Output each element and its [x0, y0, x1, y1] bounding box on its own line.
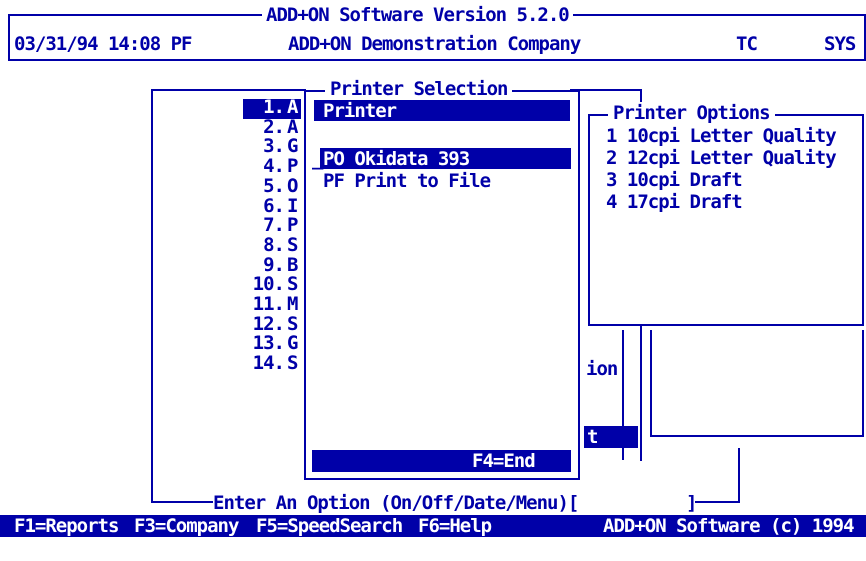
printer-list-header: Printer [323, 100, 397, 122]
menu-item-letter[interactable]: M [287, 294, 298, 315]
main-menu-bottom-border-left [151, 501, 213, 503]
option-prompt-end: ] [686, 492, 697, 514]
f4-end-label[interactable]: F4=End [472, 450, 536, 472]
printer-option-item[interactable]: 3 10cpi Draft [606, 169, 743, 191]
main-menu-right-border [738, 448, 740, 503]
menu-item-number[interactable]: 5. [234, 176, 285, 197]
menu-fragment-option: ion [586, 358, 618, 380]
user-code: TC [736, 33, 758, 55]
system-code: SYS [824, 33, 856, 55]
menu-item-letter[interactable]: O [287, 176, 298, 197]
printer-options-title: Printer Options [608, 102, 775, 124]
printer-option-item[interactable]: 2 12cpi Letter Quality [606, 147, 837, 169]
printer-option-item[interactable]: 4 17cpi Draft [606, 191, 743, 213]
menu-item-letter[interactable]: P [287, 215, 298, 236]
menu-item-number[interactable]: 11. [234, 294, 285, 315]
menu-item-letter[interactable]: A [287, 97, 298, 118]
menu-item-letter[interactable]: S [287, 353, 298, 374]
menu-item-number[interactable]: 4. [234, 156, 285, 177]
menu-fragment-text: t [587, 426, 598, 448]
printer-option-item[interactable]: 1 10cpi Letter Quality [606, 125, 837, 147]
main-menu-left-border [151, 89, 153, 503]
bg-window-lower [650, 330, 864, 437]
menu-item-number[interactable]: 14. [234, 353, 285, 374]
company-name: ADD+ON Demonstration Company [288, 33, 581, 55]
main-menu-bottom-border-right [695, 501, 740, 503]
main-menu-top-border [151, 89, 306, 91]
app-title: ADD+ON Software Version 5.2.0 [262, 4, 573, 26]
menu-item-letter[interactable]: S [287, 235, 298, 256]
printer-option-okidata[interactable]: PO Okidata 393 [323, 148, 470, 170]
copyright: ADD+ON Software (c) 1994 [603, 515, 855, 537]
printer-option-file[interactable]: PF Print to File [323, 170, 491, 192]
menu-item-number[interactable]: 7. [234, 215, 285, 236]
option-prompt: Enter An Option (On/Off/Date/Menu)[ [213, 492, 579, 514]
menu-item-number[interactable]: 8. [234, 235, 285, 256]
menu-item-number[interactable]: 1. [234, 97, 285, 118]
f1-reports-key[interactable]: F1=Reports [14, 515, 119, 537]
f5-speedsearch-key[interactable]: F5=SpeedSearch [256, 515, 403, 537]
menu-item-letter[interactable]: P [287, 156, 298, 177]
bg-window-top-border [570, 89, 642, 91]
f6-help-key[interactable]: F6=Help [418, 515, 492, 537]
datetime: 03/31/94 14:08 PF [14, 33, 192, 55]
f3-company-key[interactable]: F3=Company [134, 515, 239, 537]
printer-selection-title: Printer Selection [325, 78, 513, 100]
